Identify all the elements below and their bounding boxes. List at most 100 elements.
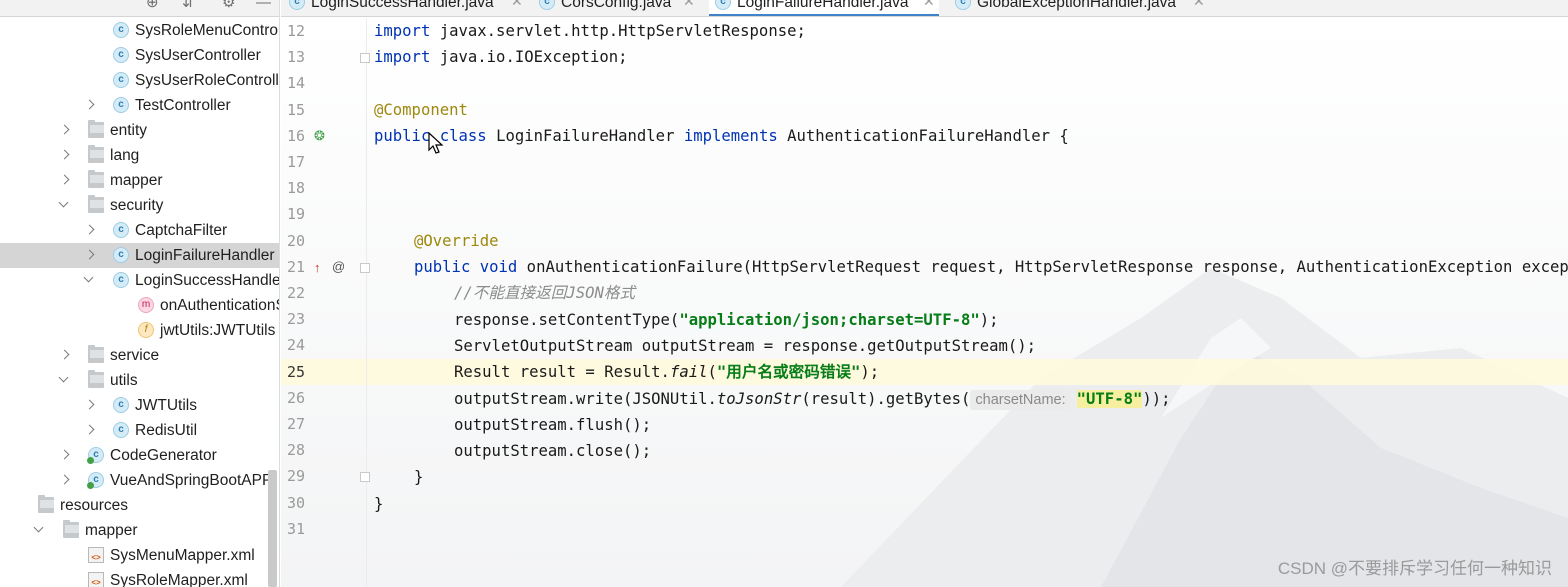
chevron-down-icon[interactable]: [58, 374, 70, 386]
chevron-right-icon[interactable]: [58, 149, 70, 161]
tree-item-label: TestController: [135, 97, 231, 114]
tree-item-mapper[interactable]: mapper: [0, 168, 279, 193]
bean-icon[interactable]: ❂: [314, 129, 325, 143]
chevron-right-icon[interactable]: [83, 99, 95, 111]
close-icon[interactable]: ✕: [923, 0, 935, 10]
tree-item-label: entity: [110, 122, 148, 139]
tree-item-label: mapper: [85, 522, 138, 539]
line-number: 20: [286, 231, 305, 250]
chevron-right-icon[interactable]: [58, 124, 70, 136]
line-number: 14: [286, 74, 305, 93]
tree-item-onauthenticationsuccess[interactable]: m onAuthenticationSuccess: [0, 293, 279, 318]
chevron-right-icon[interactable]: [58, 474, 70, 486]
chevron-right-icon[interactable]: [83, 399, 95, 411]
fold-marker-icon[interactable]: [360, 53, 370, 63]
tree-item-loginfailurehandler[interactable]: c LoginFailureHandler: [0, 243, 279, 268]
class-icon: c: [113, 222, 129, 238]
mouse-pointer-icon: [428, 132, 444, 154]
chevron-right-icon[interactable]: [83, 224, 95, 236]
tree-item-label: SysRoleMapper.xml: [110, 572, 248, 587]
tree-item-jwtutils-jwtutils[interactable]: f jwtUtils:JWTUtils: [0, 318, 279, 343]
folder-icon: [88, 345, 104, 363]
chevron-right-icon[interactable]: [58, 174, 70, 186]
class-icon: c: [113, 247, 129, 263]
tree-item-sysuserrolecontroller[interactable]: c SysUserRoleController: [0, 68, 280, 93]
tab-login-failure-handler[interactable]: c LoginFailureHandler.java ✕: [709, 0, 939, 16]
code-line-12: import javax.servlet.http.HttpServletRes…: [374, 22, 806, 40]
tree-item-sysrolemenucontroller[interactable]: c SysRoleMenuController: [0, 18, 280, 43]
gear-icon[interactable]: ⚙: [222, 0, 235, 12]
code-line-29: }: [414, 468, 424, 486]
tree-item-codegenerator[interactable]: c CodeGenerator: [0, 443, 279, 468]
tree-item-utils[interactable]: utils: [0, 368, 279, 393]
tree-item-vueandspringbootapp[interactable]: c VueAndSpringBootAPP: [0, 468, 279, 493]
chevron-right-icon[interactable]: [83, 249, 95, 261]
tab-label: GlobalExceptionHandler.java: [977, 0, 1177, 11]
at-annotation-icon[interactable]: @: [332, 260, 345, 274]
chevron-down-icon[interactable]: [83, 274, 95, 286]
tree-item-label: VueAndSpringBootAPP: [110, 472, 273, 489]
line-number: 23: [286, 310, 305, 329]
tree-item-sysmenumapper-xml[interactable]: <> SysMenuMapper.xml: [0, 543, 279, 568]
tree-item-lang[interactable]: lang: [0, 143, 279, 168]
code-editor[interactable]: ❂ ↑ @ 12 13 14 15 16 17 18 19 20 21 22 23 24 25 26 27 28…: [281, 18, 1568, 587]
fold-marker-icon[interactable]: [360, 263, 370, 273]
tree-item-jwtutils[interactable]: c JWTUtils: [0, 393, 279, 418]
tab-login-success-handler[interactable]: c LoginSuccessHandler.java ✕: [289, 0, 529, 16]
tab-label: LoginFailureHandler.java: [737, 0, 909, 11]
tab-global-exception-handler[interactable]: c GlobalExceptionHandler.java ✕: [955, 0, 1215, 16]
csdn-watermark: CSDN @不要排斥学习任何一种知识: [1277, 559, 1552, 578]
close-icon[interactable]: ✕: [1193, 0, 1205, 10]
line-number: 19: [286, 205, 305, 224]
tree-item-label: JWTUtils: [135, 397, 197, 414]
code-line-20: @Override: [414, 232, 499, 250]
chevron-right-icon[interactable]: [58, 349, 70, 361]
class-icon: c: [113, 22, 129, 38]
tree-item-label: SysRoleMenuController: [135, 22, 280, 39]
line-number: 28: [286, 441, 305, 460]
xml-file-icon: <>: [88, 572, 104, 587]
tree-item-entity[interactable]: entity: [0, 118, 279, 143]
tree-item-service[interactable]: service: [0, 343, 279, 368]
code-line-13: import java.io.IOException;: [374, 48, 628, 66]
tab-label: LoginSuccessHandler.java: [311, 0, 494, 11]
code-line-27: outputStream.flush();: [454, 416, 652, 434]
tree-item-loginsuccesshandler[interactable]: c LoginSuccessHandler: [0, 268, 279, 293]
class-icon: c: [955, 0, 971, 10]
tree-item-label: SysUserRoleController: [135, 72, 280, 89]
tree-item-testcontroller[interactable]: c TestController: [0, 93, 279, 118]
chevron-down-icon[interactable]: [58, 199, 70, 211]
class-icon: c: [113, 422, 129, 438]
class-icon: c: [113, 47, 129, 63]
line-number: 26: [286, 388, 305, 407]
close-icon[interactable]: ✕: [511, 0, 523, 10]
tab-cors-config[interactable]: c CorsConfig.java ✕: [539, 0, 701, 16]
collapse-all-icon[interactable]: ⇵: [182, 0, 195, 12]
chevron-down-icon[interactable]: [33, 524, 45, 536]
line-number: 25: [286, 362, 305, 381]
tree-item-label: SysUserController: [135, 47, 261, 64]
line-number: 18: [286, 179, 305, 198]
runnable-class-icon: c: [87, 447, 104, 464]
chevron-right-icon[interactable]: [83, 424, 95, 436]
crosshair-locate-icon[interactable]: ⊕: [146, 0, 159, 12]
tree-item-redisutil[interactable]: c RedisUtil: [0, 418, 279, 443]
method-icon: m: [138, 297, 154, 313]
chevron-right-icon[interactable]: [58, 449, 70, 461]
tree-item-label: mapper: [110, 172, 163, 189]
tab-label: CorsConfig.java: [561, 0, 672, 11]
tree-item-sysusercontroller[interactable]: c SysUserController: [0, 43, 279, 68]
tree-item-captchafilter[interactable]: c CaptchaFilter: [0, 218, 279, 243]
code-line-23: response.setContentType("application/jso…: [454, 311, 999, 329]
tree-item-mapper[interactable]: mapper: [0, 518, 279, 543]
tree-item-resources[interactable]: resources: [0, 493, 279, 518]
tree-item-sysrolemapper-xml[interactable]: <> SysRoleMapper.xml: [0, 568, 279, 587]
minimize-icon[interactable]: —: [256, 0, 271, 12]
project-tree-scrollbar[interactable]: [268, 470, 277, 587]
implements-method-icon[interactable]: ↑: [314, 261, 321, 275]
tree-item-security[interactable]: security: [0, 193, 279, 218]
inlay-parameter-hint: charsetName:: [970, 390, 1071, 410]
folder-icon: [88, 170, 104, 188]
close-icon[interactable]: ✕: [683, 0, 695, 10]
fold-marker-icon[interactable]: [360, 472, 370, 482]
